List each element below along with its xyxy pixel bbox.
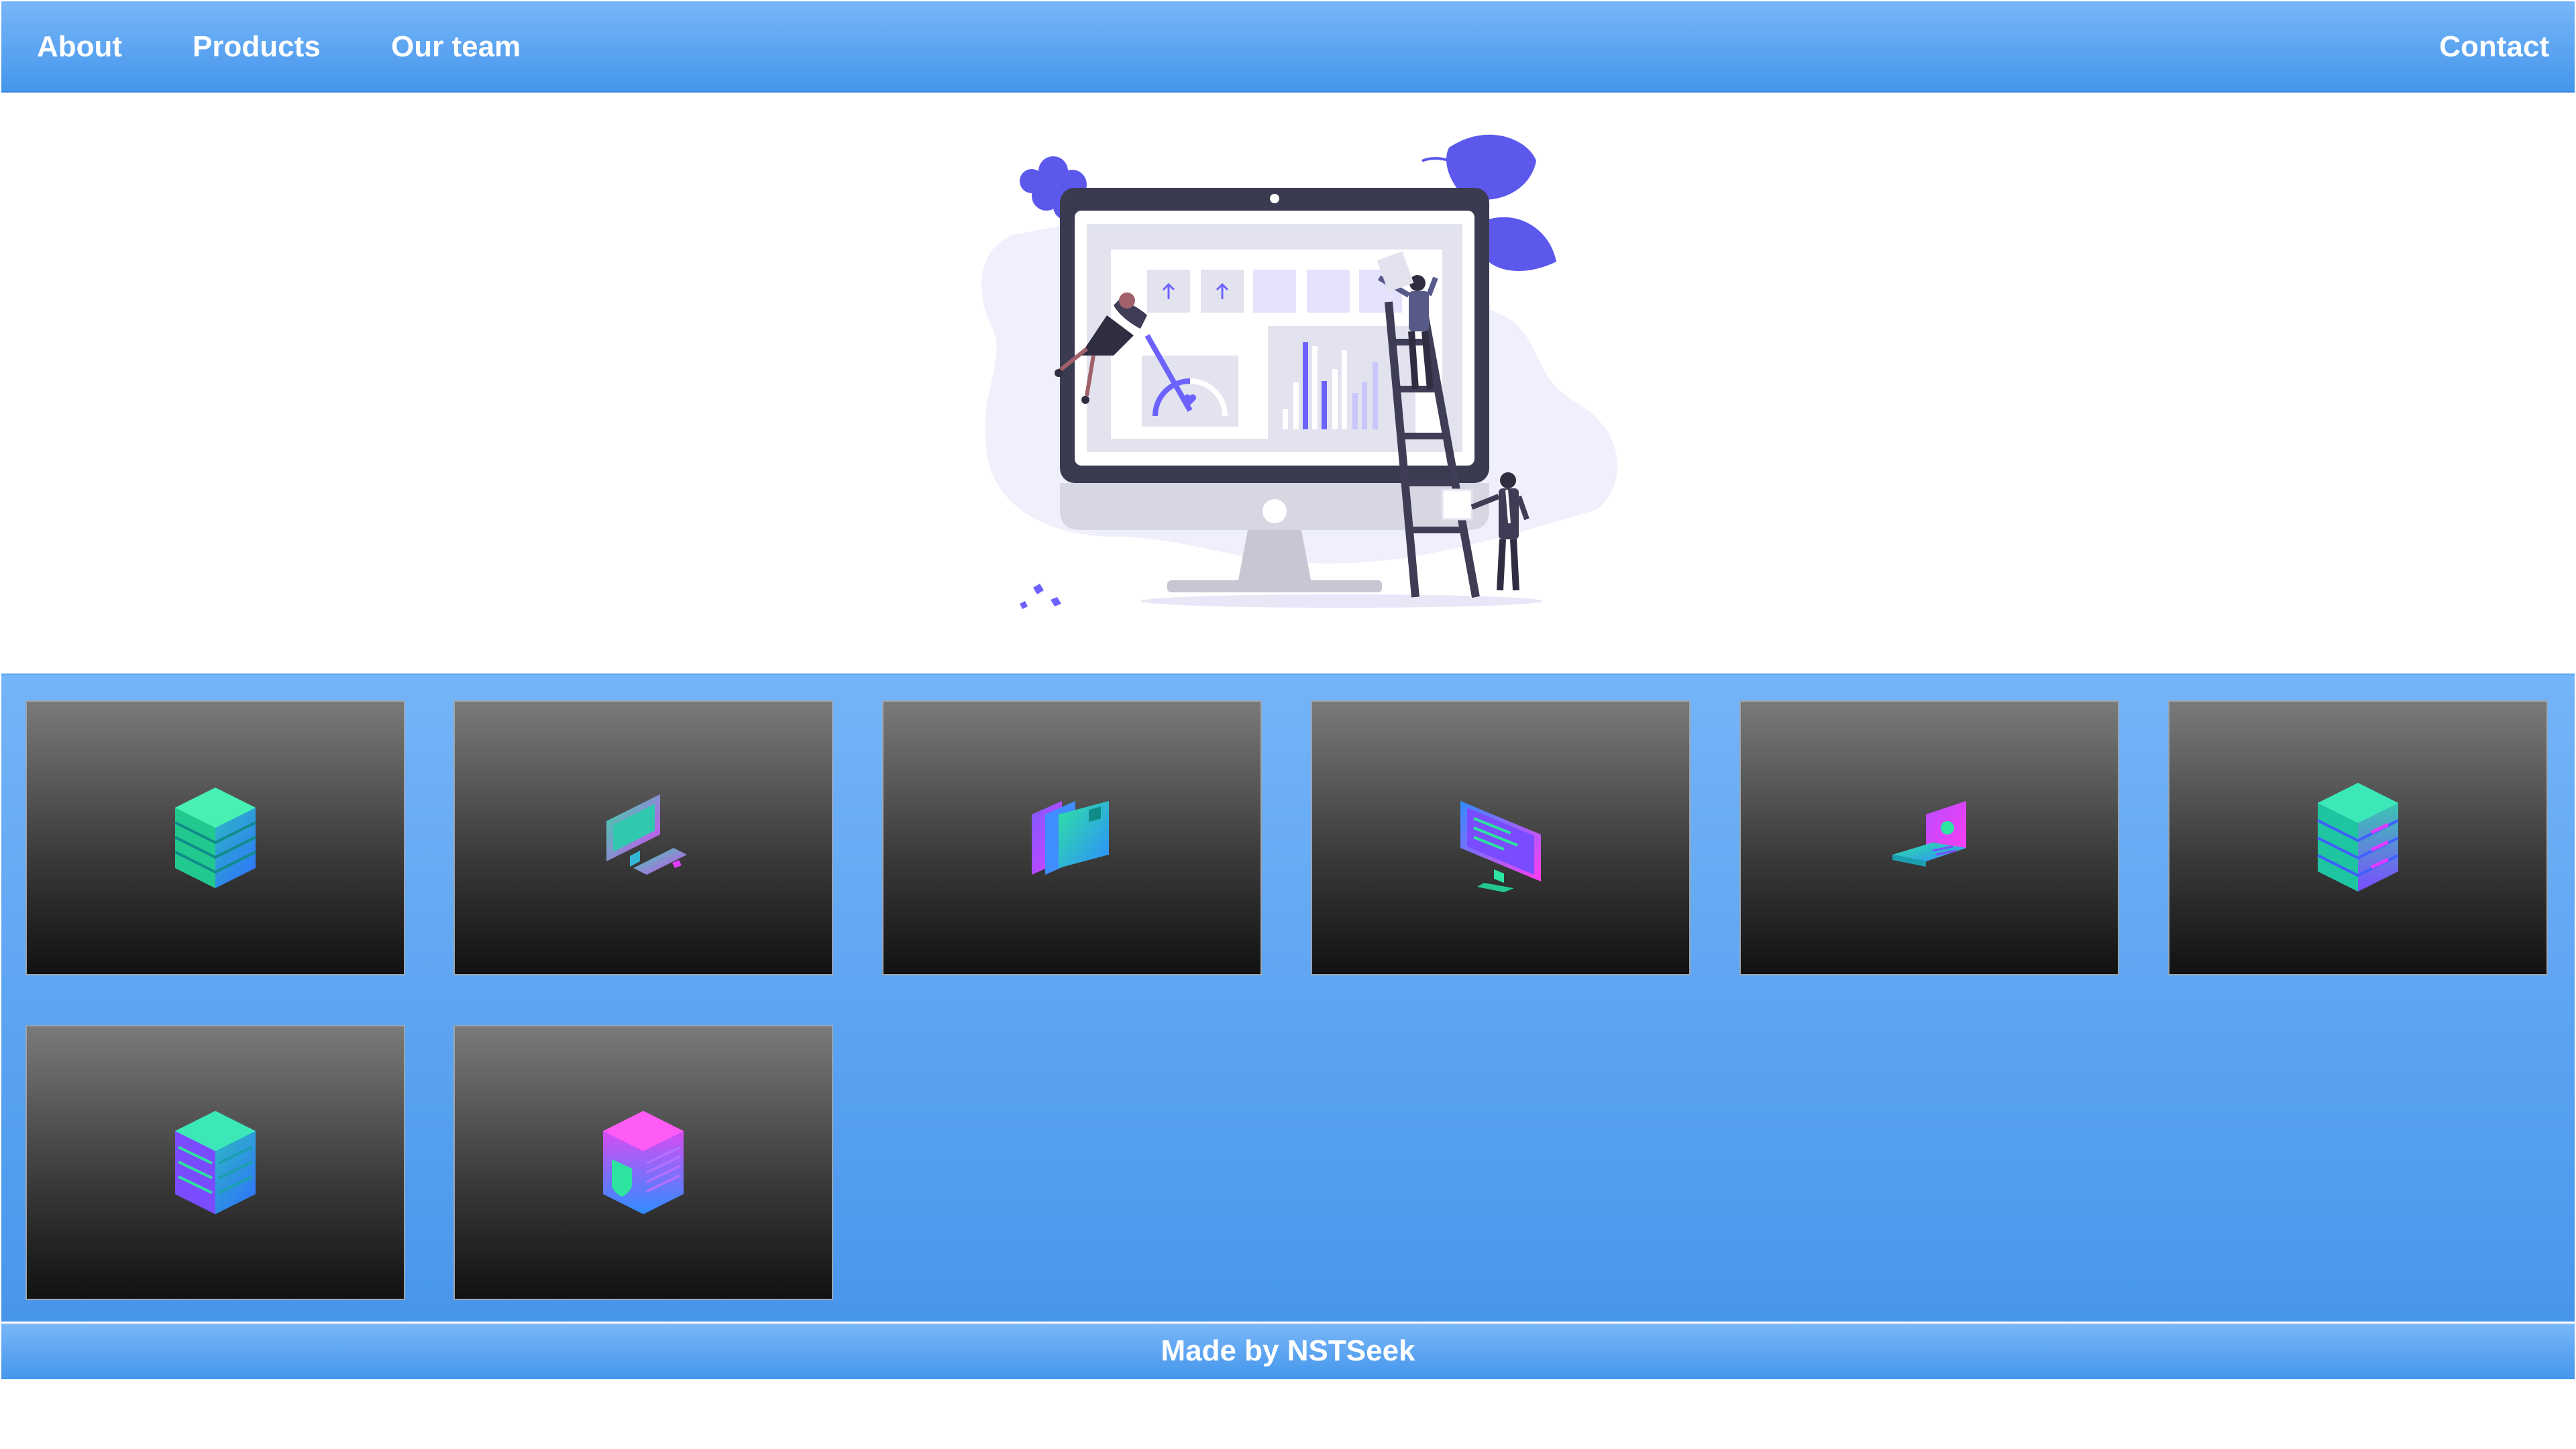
nav-about-link[interactable]: About — [37, 1, 122, 93]
page: About Products Our team Contact Made by … — [0, 0, 2576, 1449]
products-section — [1, 674, 2575, 1322]
hero-illustration — [953, 134, 1623, 631]
product-card-files[interactable] — [882, 700, 1262, 975]
product-card-server-rack[interactable] — [2168, 700, 2548, 975]
footer: Made by NSTSeek — [1, 1323, 2575, 1379]
nav-products-link[interactable]: Products — [193, 1, 321, 93]
product-card-storage[interactable] — [25, 1025, 405, 1300]
server-rack-icon — [2317, 783, 2399, 892]
product-card-monitor[interactable] — [1311, 700, 1690, 975]
storage-server-icon — [175, 1111, 256, 1214]
product-card-database[interactable] — [25, 700, 405, 975]
nav-contact-link[interactable]: Contact — [2439, 1, 2549, 93]
product-card-desktop[interactable] — [453, 700, 833, 975]
nav-our-team-link[interactable]: Our team — [391, 1, 521, 93]
product-card-security[interactable] — [453, 1025, 833, 1300]
product-card-laptop[interactable] — [1739, 700, 2119, 975]
database-server-icon — [174, 788, 256, 888]
shield-database-icon — [603, 1111, 684, 1214]
desktop-computer-icon — [606, 794, 687, 875]
navbar: About Products Our team Contact — [1, 1, 2575, 93]
footer-credit: Made by NSTSeek — [1161, 1334, 1415, 1367]
dashboard-illustration-icon — [981, 134, 1618, 609]
file-cards-icon — [1032, 801, 1109, 875]
laptop-icon — [1892, 801, 1966, 867]
monitor-icon — [1460, 801, 1541, 892]
